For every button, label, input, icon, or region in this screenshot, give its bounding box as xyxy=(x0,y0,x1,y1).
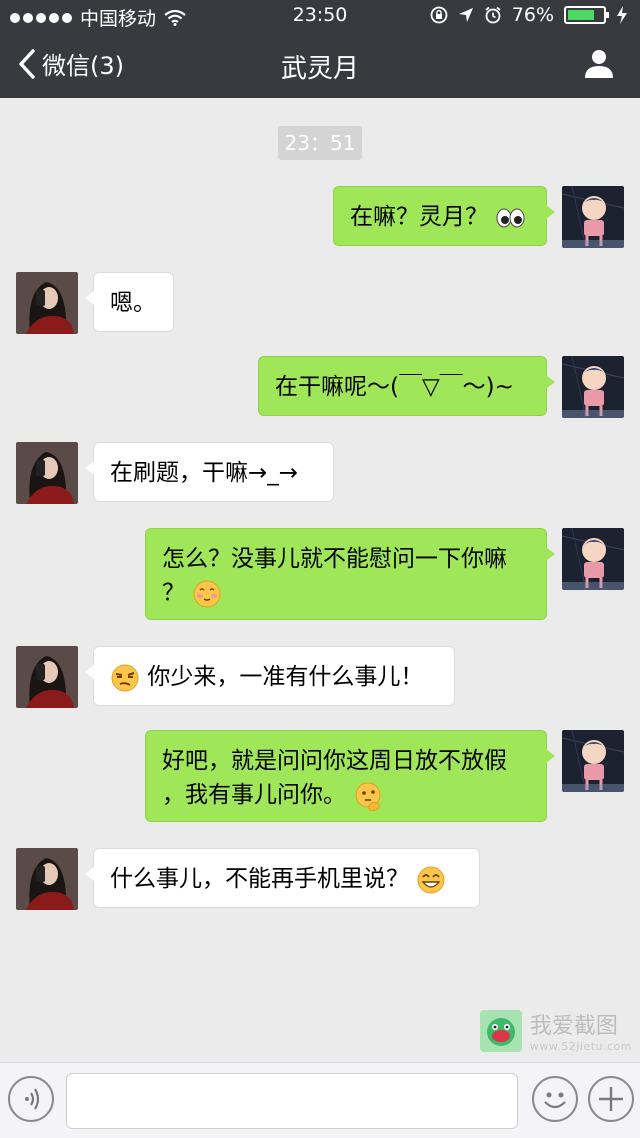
watermark-main: 我爱截图 xyxy=(529,1014,618,1039)
battery-fill xyxy=(568,10,594,20)
message-bubble-sent[interactable]: 在干嘛呢～(￣▽￣～)~ xyxy=(258,356,555,416)
chat-title: 武灵月 xyxy=(280,54,359,84)
message-bubble-sent[interactable]: 在嘛？灵月？ xyxy=(333,186,555,246)
battery-percent: 76% xyxy=(511,4,554,26)
rotation-lock-icon xyxy=(430,6,448,24)
message-text-line2: ？ xyxy=(162,576,530,610)
message-timestamp: 23：51 xyxy=(278,126,362,160)
my-avatar[interactable] xyxy=(562,730,624,792)
contact-avatar[interactable] xyxy=(16,646,78,708)
message-bubble-received[interactable]: 在刷题，干嘛→_→ xyxy=(85,442,334,502)
contact-profile-button[interactable] xyxy=(584,48,614,82)
message-input[interactable] xyxy=(66,1073,518,1129)
message-bubble-sent[interactable]: 怎么？没事儿就不能慰问一下你嘛 ？ xyxy=(145,528,555,620)
grin-emoji xyxy=(417,866,445,893)
status-right: 76% xyxy=(430,4,628,26)
contact-avatar[interactable] xyxy=(16,442,78,504)
battery-icon xyxy=(564,6,609,24)
smiley-icon xyxy=(544,1092,566,1109)
my-avatar[interactable] xyxy=(562,186,624,248)
watermark-text: 我爱截图 www.52jietu.com xyxy=(530,1008,632,1053)
shy-smile-emoji xyxy=(193,580,221,607)
cartoon-boy-avatar xyxy=(562,186,624,248)
message-text: 在嘛？灵月？ xyxy=(350,204,488,230)
watermark-logo xyxy=(479,1009,522,1052)
girl-photo-avatar xyxy=(16,272,78,334)
message-text: 你少来，一准有什么事儿！ xyxy=(147,664,424,690)
girl-photo-avatar xyxy=(16,848,78,910)
watermark: 我爱截图 www.52jietu.com xyxy=(479,1008,632,1053)
input-bar xyxy=(0,1062,640,1138)
message-bubble-sent[interactable]: 好吧，就是问问你这周日放不放假 ，我有事儿问你。 xyxy=(145,730,555,822)
my-avatar[interactable] xyxy=(562,356,624,418)
message-text-line1: 怎么？没事儿就不能慰问一下你嘛 xyxy=(162,546,507,572)
eyes-emoji xyxy=(496,208,525,227)
plus-icon xyxy=(599,1087,623,1111)
message-text: 在干嘛呢～(￣▽￣～)~ xyxy=(275,374,514,400)
skeptical-emoji xyxy=(111,664,139,691)
message-text-line2: ，我有事儿问你。 xyxy=(162,778,530,812)
message-text: 什么事儿，不能再手机里说？ xyxy=(110,866,409,892)
nav-bar: 微信(3) 武灵月 xyxy=(0,32,640,98)
watermark-sub: www.52jietu.com xyxy=(529,1040,632,1053)
cartoon-boy-avatar xyxy=(562,356,624,418)
girl-photo-avatar xyxy=(16,646,78,708)
voice-icon xyxy=(25,1088,40,1110)
message-text: 在刷题，干嘛→_→ xyxy=(110,460,299,486)
contact-avatar[interactable] xyxy=(16,272,78,334)
emoji-button[interactable] xyxy=(532,1076,578,1122)
contact-avatar[interactable] xyxy=(16,848,78,910)
cartoon-boy-avatar xyxy=(562,528,624,590)
status-bar: 中国移动 23:50 76% xyxy=(0,0,640,32)
message-bubble-received[interactable]: 嗯。 xyxy=(85,272,174,332)
cartoon-boy-avatar xyxy=(562,730,624,792)
top-bar: 中国移动 23:50 76% 微信(3) 武灵月 xyxy=(0,0,640,98)
message-bubble-received[interactable]: 什么事儿，不能再手机里说？ xyxy=(85,848,480,908)
location-icon xyxy=(458,8,473,22)
charging-icon xyxy=(617,6,627,24)
thinking-emoji xyxy=(355,782,381,811)
message-text: 嗯。 xyxy=(110,290,156,316)
more-button[interactable] xyxy=(588,1076,634,1122)
alarm-icon xyxy=(485,6,501,24)
my-avatar[interactable] xyxy=(562,528,624,590)
message-text-line1: 好吧，就是问问你这周日放不放假 xyxy=(162,748,507,774)
girl-photo-avatar xyxy=(16,442,78,504)
chat-area[interactable]: 23：51 在嘛？灵月？ 嗯。 在干嘛呢～(￣▽￣～)~ 在刷题，干嘛→_→ 怎… xyxy=(0,98,640,998)
person-icon xyxy=(585,50,613,78)
message-bubble-received[interactable]: 你少来，一准有什么事儿！ xyxy=(85,646,455,706)
voice-button[interactable] xyxy=(8,1076,54,1122)
